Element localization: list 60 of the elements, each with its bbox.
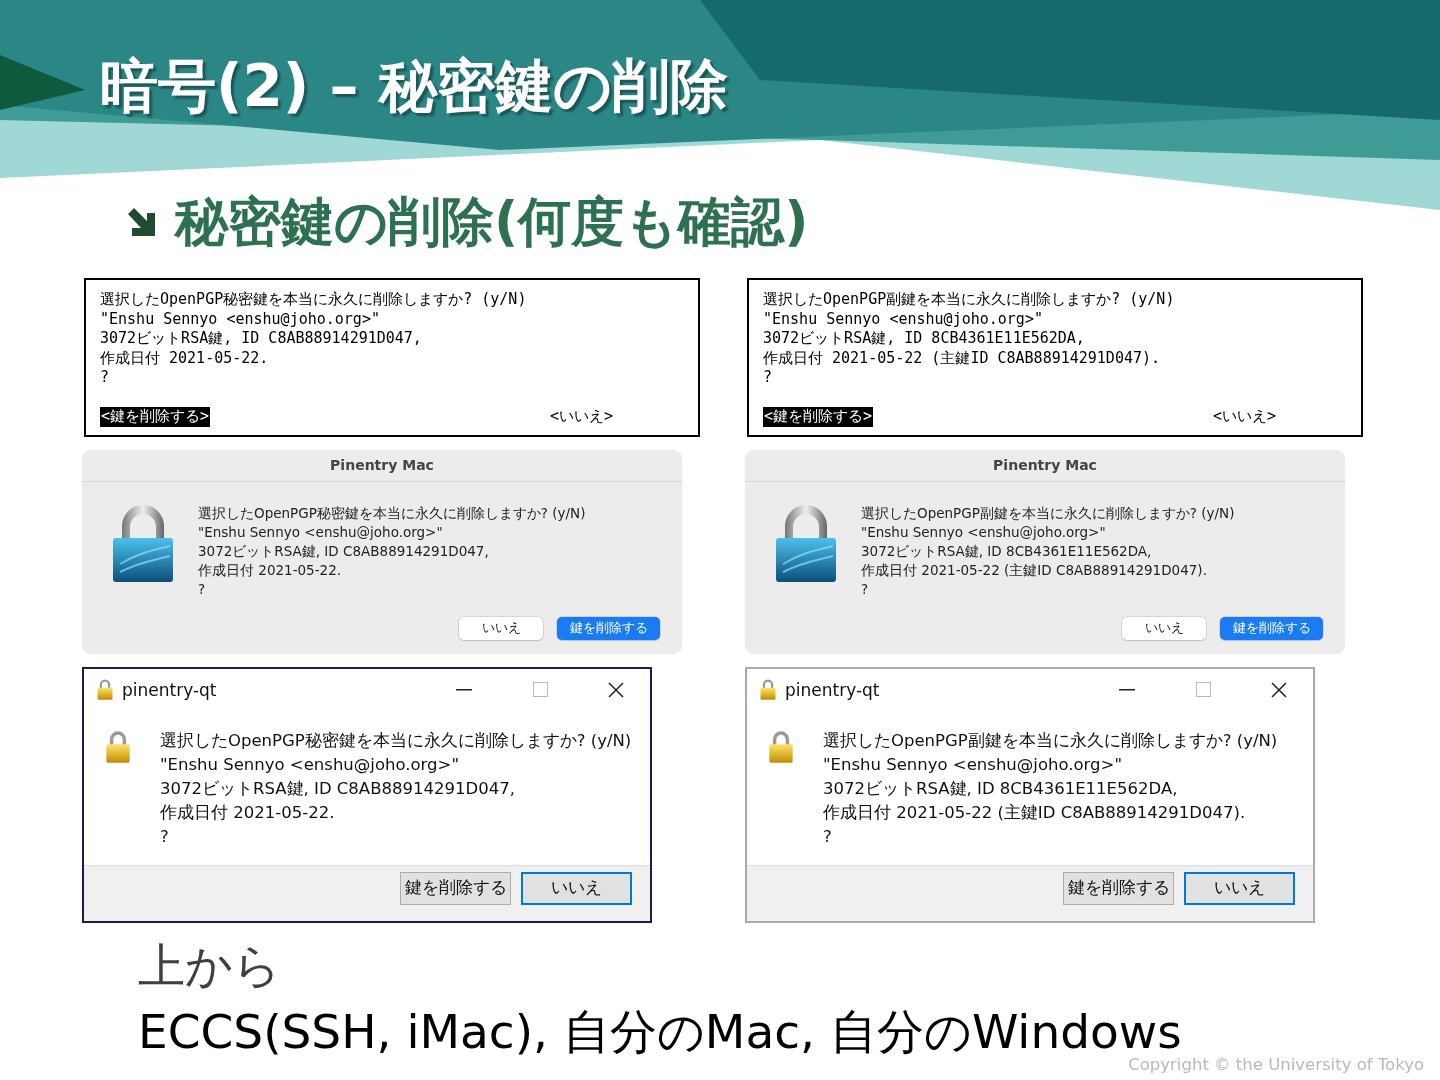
terminal-text: 作成日付 2021-05-22. (100, 348, 270, 369)
dialog-text: 作成日付 2021-05-22 (主鍵ID C8AB88914291D047). (861, 560, 1208, 580)
dialog-title: Pinentry Mac (745, 449, 1345, 482)
footer-text: 上から (138, 936, 282, 995)
terminal-text: 選択したOpenPGP副鍵を本当に永久に削除しますか? (y/N) (763, 290, 1176, 310)
minimize-icon[interactable] (1119, 688, 1135, 691)
dialog-button[interactable]: 鍵を削除する (557, 616, 660, 640)
terminal-text: ? (763, 368, 774, 388)
dialog-text: "Enshu Sennyo <enshu@joho.org>" (861, 522, 1107, 542)
terminal-text: "Enshu Sennyo <enshu@joho.org>" (100, 309, 381, 330)
terminal-button[interactable]: <いいえ> (1211, 406, 1277, 427)
dialog-text: 作成日付 2021-05-22. (160, 801, 336, 824)
padlock-icon (767, 728, 795, 764)
dialog-text: ? (823, 825, 833, 848)
dialog-button[interactable]: 鍵を削除する (1220, 616, 1323, 640)
close-icon[interactable] (608, 681, 624, 698)
arrow-icon (125, 208, 157, 238)
dialog-button[interactable]: いいえ (1122, 616, 1206, 640)
dialog-text: 選択したOpenPGP副鍵を本当に永久に削除しますか? (y/N) (823, 729, 1278, 752)
dialog-text: ? (861, 579, 870, 599)
dialog-button[interactable]: いいえ (521, 871, 632, 905)
dialog-text: "Enshu Sennyo <enshu@joho.org>" (160, 753, 460, 776)
close-icon[interactable] (1271, 681, 1287, 698)
dialog-text: 3072ビットRSA鍵, ID C8AB88914291D047, (160, 777, 516, 800)
dialog-text: 選択したOpenPGP秘密鍵を本当に永久に削除しますか? (y/N) (160, 729, 632, 752)
terminal-text: ? (100, 368, 111, 388)
dialog-button[interactable]: いいえ (459, 616, 543, 640)
terminal-text: "Enshu Sennyo <enshu@joho.org>" (763, 309, 1044, 330)
slide-subtitle: 秘密鍵の削除(何度も確認) (175, 190, 809, 254)
terminal-button[interactable]: <鍵を削除する> (763, 406, 874, 427)
dialog-text: "Enshu Sennyo <enshu@joho.org>" (198, 522, 444, 542)
terminal-button[interactable]: <鍵を削除する> (100, 406, 211, 427)
terminal-text: 作成日付 2021-05-22 (主鍵ID C8AB88914291D047). (763, 348, 1162, 369)
dialog-button[interactable]: 鍵を削除する (1063, 871, 1174, 905)
slide-title: 暗号(2) – 秘密鍵の削除 (100, 51, 728, 122)
terminal-text: 3072ビットRSA鍵, ID C8AB88914291D047, (100, 329, 423, 349)
footer-text: ECCS(SSH, iMac), 自分のMac, 自分のWindows (138, 1006, 1182, 1057)
dialog-text: 3072ビットRSA鍵, ID C8AB88914291D047, (198, 541, 490, 561)
terminal-text: 3072ビットRSA鍵, ID 8CB4361E11E562DA, (763, 329, 1086, 349)
terminal-text: 選択したOpenPGP秘密鍵を本当に永久に削除しますか? (y/N) (100, 290, 528, 310)
dialog-text: "Enshu Sennyo <enshu@joho.org>" (823, 753, 1123, 776)
padlock-icon (104, 728, 132, 764)
padlock-icon (759, 678, 777, 701)
dialog-button[interactable]: いいえ (1184, 871, 1295, 905)
dialog-text: 作成日付 2021-05-22. (198, 560, 343, 580)
padlock-icon (96, 678, 114, 701)
dialog-text: 作成日付 2021-05-22 (主鍵ID C8AB88914291D047). (823, 801, 1247, 824)
window-title: pinentry-qt (122, 679, 218, 700)
dialog-text: 選択したOpenPGP秘密鍵を本当に永久に削除しますか? (y/N) (198, 503, 586, 523)
dialog-button[interactable]: 鍵を削除する (400, 871, 511, 905)
dialog-title: Pinentry Mac (82, 449, 682, 482)
dialog-text: ? (198, 579, 207, 599)
copyright-text: Copyright © the University of Tokyo (1128, 1056, 1424, 1074)
dialog-text: 3072ビットRSA鍵, ID 8CB4361E11E562DA, (861, 541, 1153, 561)
window-title: pinentry-qt (785, 679, 881, 700)
dialog-text: 3072ビットRSA鍵, ID 8CB4361E11E562DA, (823, 777, 1179, 800)
terminal-button[interactable]: <いいえ> (548, 406, 614, 427)
dialog-text: 選択したOpenPGP副鍵を本当に永久に削除しますか? (y/N) (861, 503, 1235, 523)
dialog-text: ? (160, 825, 170, 848)
minimize-icon[interactable] (456, 688, 472, 691)
